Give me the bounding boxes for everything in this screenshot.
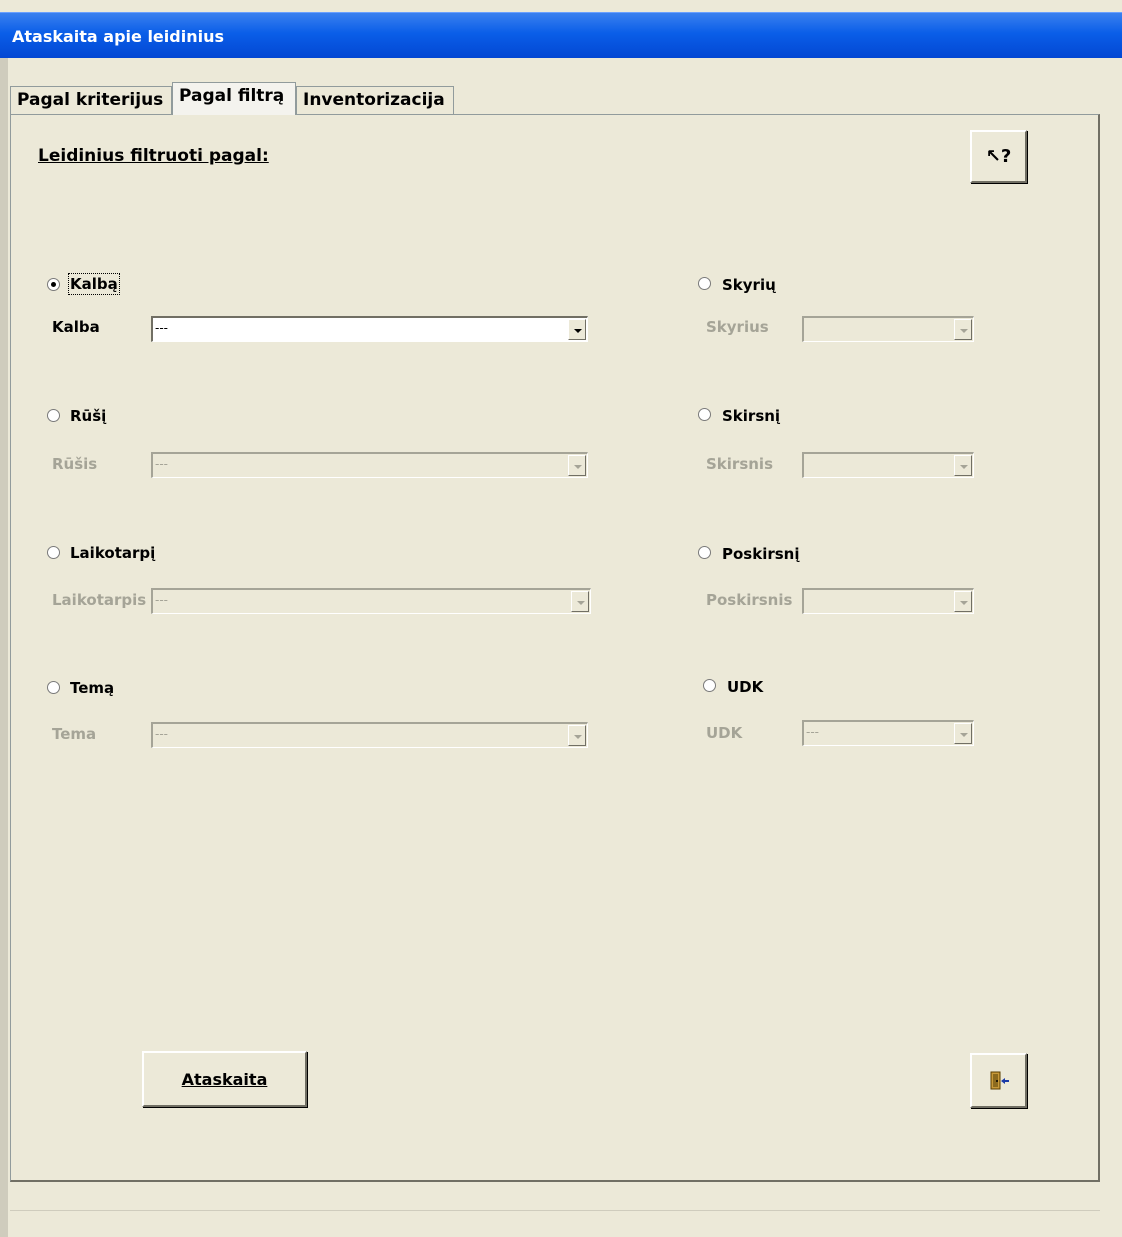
kalba-dropdown[interactable]: --- [151,316,588,342]
radio-poskirsni-label[interactable]: Poskirsnį [722,545,800,563]
udk-dropdown-button[interactable] [954,723,972,744]
rusis-dropdown-button[interactable] [568,455,586,476]
status-divider [10,1210,1100,1211]
laikotarpis-dropdown-value: --- [155,593,168,607]
skyrius-dropdown-button[interactable] [954,319,972,340]
skirsnis-field-label: Skirsnis [706,455,773,473]
skyrius-field-label: Skyrius [706,318,769,336]
skyrius-dropdown[interactable] [802,316,974,342]
radio-kalba-label[interactable]: Kalbą [68,273,120,295]
radio-poskirsni[interactable] [698,546,711,559]
kalba-dropdown-button[interactable] [568,319,586,340]
radio-laikotarpi-label[interactable]: Laikotarpį [70,544,155,562]
udk-dropdown[interactable]: --- [802,720,974,746]
tab-pagal-kriterijus[interactable]: Pagal kriterijus [10,86,172,114]
chevron-down-icon [960,329,968,333]
radio-kalba[interactable] [47,278,60,291]
rusis-dropdown[interactable]: --- [151,452,588,478]
radio-rusi-label[interactable]: Rūšį [70,407,106,425]
radio-skyriu[interactable] [698,277,711,290]
kalba-field-label: Kalba [52,318,100,336]
help-pointer-icon: ↖? [985,146,1012,167]
tab-label: Pagal filtrą [179,86,285,106]
chevron-down-icon [574,329,582,333]
radio-skirsni-label[interactable]: Skirsnį [722,407,780,425]
exit-door-icon [990,1071,1009,1089]
tema-field-label: Tema [52,725,97,743]
rusis-dropdown-value: --- [155,457,168,471]
tab-label: Inventorizacija [303,90,445,110]
report-button[interactable]: Ataskaita [142,1051,307,1107]
chevron-down-icon [577,601,585,605]
tab-panel [10,114,1100,1182]
skirsnis-dropdown-button[interactable] [954,455,972,476]
chevron-down-icon [574,735,582,739]
chevron-down-icon [960,601,968,605]
kalba-dropdown-value: --- [155,321,168,335]
tab-pagal-filtra[interactable]: Pagal filtrą [172,82,296,115]
title-bar[interactable]: Ataskaita apie leidinius [0,12,1122,58]
help-button[interactable]: ↖? [970,130,1027,183]
poskirsnis-field-label: Poskirsnis [706,591,793,609]
poskirsnis-dropdown-button[interactable] [954,591,972,612]
radio-udk-label[interactable]: UDK [727,678,763,696]
udk-field-label: UDK [706,724,743,742]
filter-header: Leidinius filtruoti pagal: [38,146,269,166]
rusis-field-label: Rūšis [52,455,98,473]
window-title: Ataskaita apie leidinius [12,27,224,46]
chevron-down-icon [960,465,968,469]
skirsnis-dropdown[interactable] [802,452,974,478]
udk-dropdown-value: --- [806,725,819,739]
tab-inventorizacija[interactable]: Inventorizacija [296,86,454,114]
report-button-label: Ataskaita [181,1069,268,1089]
radio-udk[interactable] [703,679,716,692]
chevron-down-icon [574,465,582,469]
radio-skyriu-label[interactable]: Skyrių [722,276,776,294]
report-window: Ataskaita apie leidinius Pagal kriteriju… [0,0,1122,1237]
poskirsnis-dropdown[interactable] [802,588,974,614]
laikotarpis-field-label: Laikotarpis [52,591,147,609]
radio-tema-label[interactable]: Temą [70,679,114,697]
tema-dropdown-value: --- [155,727,168,741]
radio-laikotarpi[interactable] [47,546,60,559]
radio-rusi[interactable] [47,409,60,422]
laikotarpis-dropdown-button[interactable] [571,591,589,612]
tema-dropdown[interactable]: --- [151,722,588,748]
tab-label: Pagal kriterijus [17,90,164,110]
radio-skirsni[interactable] [698,408,711,421]
window-left-edge [0,58,8,1237]
radio-tema[interactable] [47,681,60,694]
chevron-down-icon [960,733,968,737]
radio-selected-dot [51,282,56,287]
exit-button[interactable] [970,1053,1027,1108]
tema-dropdown-button[interactable] [568,725,586,746]
laikotarpis-dropdown[interactable]: --- [151,588,591,614]
